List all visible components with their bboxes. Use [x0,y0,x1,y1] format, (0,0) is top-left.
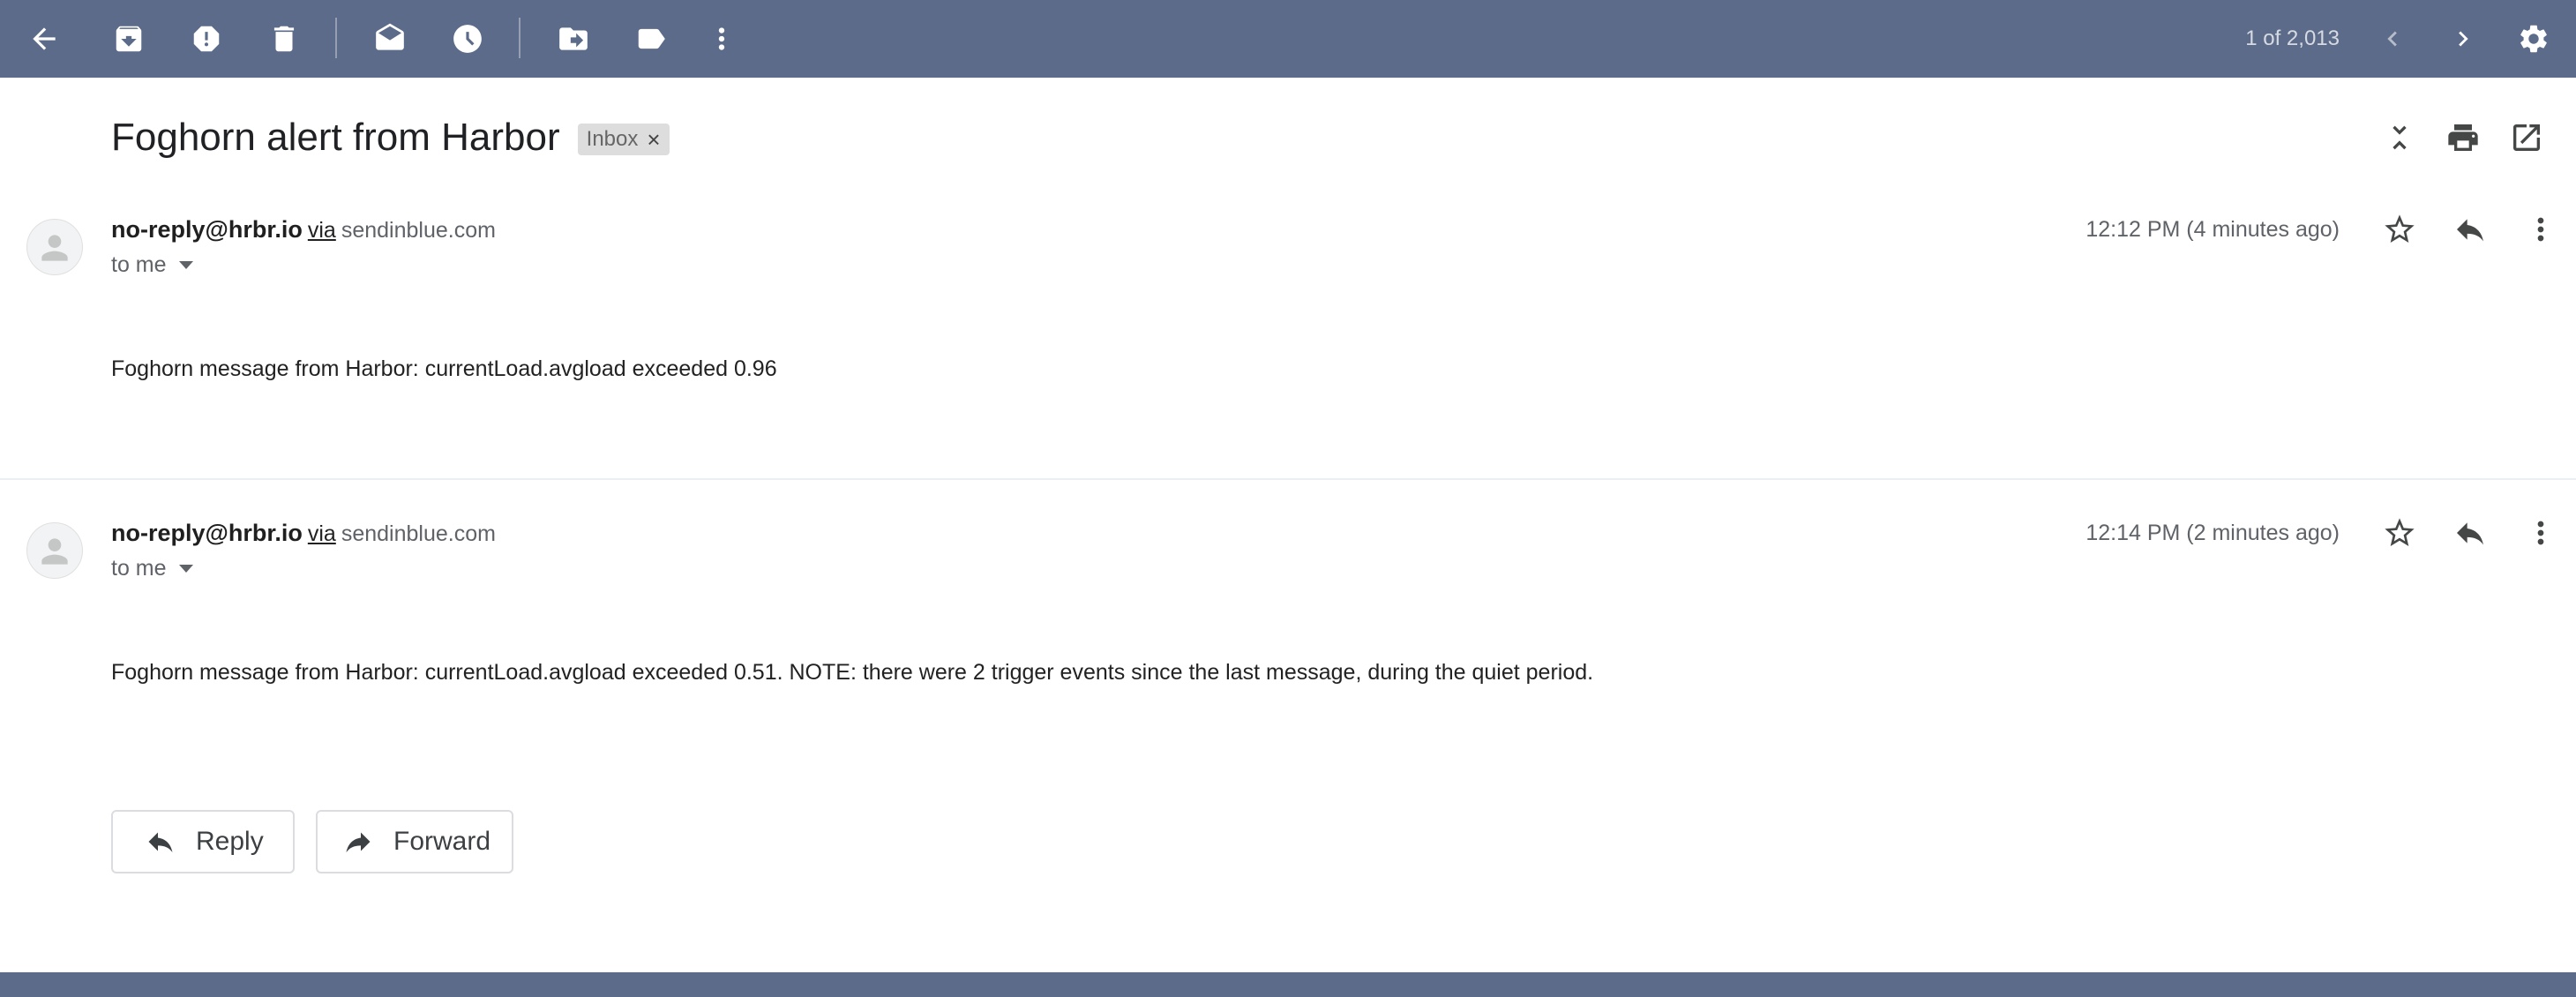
bottom-bar [0,972,2576,997]
avatar [26,219,83,275]
show-details-caret-icon[interactable] [178,564,193,573]
reply-button[interactable]: Reply [111,810,295,873]
message-body: Foghorn message from Harbor: currentLoad… [111,356,777,381]
archive-icon[interactable] [106,16,152,62]
star-icon[interactable] [2377,206,2422,252]
reply-button-label: Reply [196,827,264,856]
gear-icon[interactable] [2511,16,2557,62]
reply-icon[interactable] [2447,510,2493,556]
sender-name[interactable]: no-reply@hrbr.io [111,216,303,243]
snooze-icon[interactable] [445,16,490,62]
label-icon[interactable] [628,16,674,62]
show-details-caret-icon[interactable] [178,260,193,269]
label-chip-inbox[interactable]: Inbox × [577,124,670,155]
prev-chevron-icon[interactable] [2370,16,2415,62]
forward-button[interactable]: Forward [316,810,513,873]
next-chevron-icon[interactable] [2440,16,2486,62]
reply-icon[interactable] [2447,206,2493,252]
forward-button-label: Forward [393,827,491,856]
message-timestamp: 12:14 PM (2 minutes ago) [2086,521,2340,545]
thread-subject-row: Foghorn alert from Harbor Inbox × [111,111,670,164]
sender-name[interactable]: no-reply@hrbr.io [111,520,303,546]
delete-icon[interactable] [261,16,307,62]
more-vert-icon[interactable] [699,16,745,62]
move-to-icon[interactable] [550,16,596,62]
thread-subject: Foghorn alert from Harbor [111,116,560,159]
print-icon[interactable] [2440,115,2486,161]
more-vert-icon[interactable] [2518,510,2564,556]
message-actions [2352,206,2564,252]
back-arrow-icon[interactable] [21,16,67,62]
recipient-text: to me [111,556,167,581]
via-domain: sendinblue.com [341,218,496,243]
top-toolbar: 1 of 2,013 [0,0,2576,78]
star-icon[interactable] [2377,510,2422,556]
avatar [26,522,83,579]
open-in-new-window-icon[interactable] [2504,115,2550,161]
recipient-line[interactable]: to me [111,249,193,281]
sender-line: no-reply@hrbr.io via sendinblue.com [111,214,496,246]
mark-unread-icon[interactable] [367,16,413,62]
collapse-all-icon[interactable] [2377,115,2422,161]
reply-icon [148,832,173,852]
person-icon [41,538,68,565]
person-icon [41,235,68,261]
forward-icon [346,832,371,852]
message-actions [2352,510,2564,556]
pager-count: 1 of 2,013 [2245,26,2340,50]
label-chip-text: Inbox [586,127,639,151]
remove-label-icon[interactable]: × [647,128,660,151]
toolbar-separator [335,18,337,58]
via-domain: sendinblue.com [341,521,496,546]
message-body: Foghorn message from Harbor: currentLoad… [111,660,1594,685]
recipient-line[interactable]: to me [111,552,193,584]
toolbar-separator [519,18,520,58]
via-link[interactable]: via [308,521,336,546]
via-link[interactable]: via [308,218,336,243]
thread-actions [2359,115,2550,161]
sender-line: no-reply@hrbr.io via sendinblue.com [111,517,496,550]
more-vert-icon[interactable] [2518,206,2564,252]
message-timestamp: 12:12 PM (4 minutes ago) [2086,217,2340,242]
recipient-text: to me [111,252,167,277]
message-divider [0,478,2576,480]
report-spam-icon[interactable] [183,16,229,62]
